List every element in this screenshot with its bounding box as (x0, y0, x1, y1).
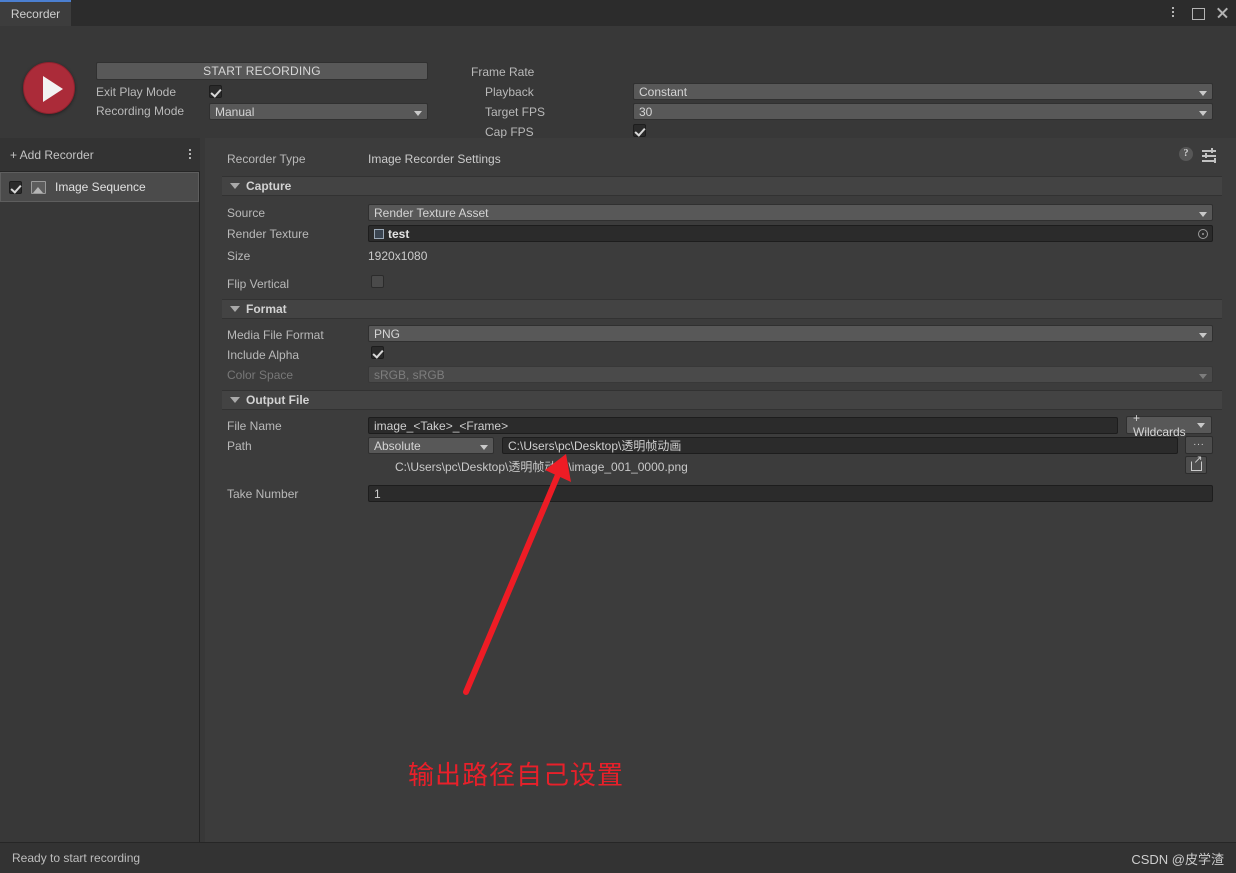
recorder-type-value: Image Recorder Settings (368, 152, 501, 166)
playback-value: Constant (639, 84, 688, 99)
open-folder-button[interactable] (1185, 455, 1207, 474)
flip-vertical-checkbox[interactable] (371, 275, 384, 288)
path-mode-value: Absolute (374, 438, 421, 453)
section-capture-title: Capture (246, 179, 292, 193)
render-texture-value: test (388, 226, 410, 241)
path-label: Path (227, 439, 252, 453)
size-label: Size (227, 249, 251, 263)
section-format-title: Format (246, 302, 287, 316)
render-texture-asset-icon (374, 228, 384, 239)
take-number-label: Take Number (227, 487, 299, 501)
flip-vertical-label: Flip Vertical (227, 277, 290, 291)
recorder-enabled-checkbox[interactable] (9, 180, 22, 194)
recording-mode-value: Manual (215, 104, 255, 119)
panel-icon-group: ? (1179, 147, 1216, 161)
media-file-format-value: PNG (374, 326, 401, 341)
section-capture-header[interactable]: Capture (222, 176, 1222, 196)
recording-mode-label: Recording Mode (96, 104, 185, 118)
frame-rate-group-label: Frame Rate (471, 65, 535, 79)
maximize-icon[interactable] (1191, 6, 1205, 20)
add-recorder-label: + Add Recorder (10, 147, 94, 162)
section-output-file-header[interactable]: Output File (222, 390, 1222, 410)
target-fps-value: 30 (639, 104, 653, 119)
window-controls (1166, 0, 1230, 26)
path-value: C:\Users\pc\Desktop\透明帧动画 (508, 439, 682, 453)
add-recorder-button[interactable]: + Add Recorder (0, 138, 200, 172)
chevron-down-icon (230, 397, 240, 403)
cap-fps-checkbox[interactable] (633, 124, 646, 137)
playback-dropdown[interactable]: Constant (633, 83, 1213, 100)
recorder-type-row: Recorder Type Image Recorder Settings ? (205, 138, 1236, 172)
chevron-down-icon (1197, 422, 1205, 428)
file-name-input[interactable]: image_<Take>_<Frame> (368, 417, 1118, 434)
recorder-list-panel: + Add Recorder Image Sequence (0, 138, 200, 842)
status-bar: Ready to start recording CSDN @皮学渣 (0, 842, 1236, 873)
tab-recorder-label: Recorder (10, 7, 61, 21)
size-value: 1920x1080 (368, 249, 428, 263)
kebab-menu-icon[interactable] (1166, 6, 1180, 20)
exit-play-mode-checkbox[interactable] (209, 85, 222, 98)
browse-path-label: ... (1193, 436, 1205, 448)
color-space-dropdown: sRGB, sRGB (368, 366, 1213, 383)
recording-mode-dropdown[interactable]: Manual (209, 103, 428, 120)
preset-icon[interactable] (1202, 147, 1216, 161)
image-sequence-icon (31, 180, 46, 194)
window-tab-bar: Recorder (0, 0, 1236, 26)
source-dropdown[interactable]: Render Texture Asset (368, 204, 1213, 221)
media-file-format-dropdown[interactable]: PNG (368, 325, 1213, 342)
file-name-value: image_<Take>_<Frame> (374, 418, 509, 433)
annotation-text: 输出路径自己设置 (408, 761, 625, 791)
include-alpha-label: Include Alpha (227, 348, 300, 362)
take-number-input[interactable]: 1 (368, 485, 1213, 502)
tab-recorder[interactable]: Recorder (0, 0, 71, 26)
section-output-file-title: Output File (246, 393, 310, 407)
source-label: Source (227, 206, 266, 220)
browse-path-button[interactable]: ... (1185, 436, 1213, 454)
cap-fps-label: Cap FPS (485, 125, 534, 139)
color-space-label: Color Space (227, 368, 294, 382)
watermark: CSDN @皮学渣 (1131, 851, 1224, 867)
list-item[interactable]: Image Sequence (0, 172, 199, 202)
status-message: Ready to start recording (12, 851, 141, 865)
file-name-label: File Name (227, 419, 282, 433)
chevron-down-icon (230, 306, 240, 312)
section-format-header[interactable]: Format (222, 299, 1222, 319)
include-alpha-checkbox[interactable] (371, 346, 384, 359)
source-value: Render Texture Asset (374, 205, 489, 220)
take-number-value: 1 (374, 486, 381, 501)
object-picker-icon[interactable] (1198, 229, 1208, 239)
close-icon[interactable] (1216, 6, 1230, 20)
recorder-settings-panel: Recorder Type Image Recorder Settings ? … (205, 138, 1236, 842)
path-mode-dropdown[interactable]: Absolute (368, 437, 494, 454)
playback-label: Playback (485, 85, 534, 99)
chevron-down-icon (230, 183, 240, 189)
list-item-label: Image Sequence (55, 180, 146, 194)
recorder-window: Recorder START RECORDING Exit Play Mode … (0, 0, 1236, 873)
recorder-top-controls: START RECORDING Exit Play Mode Recording… (0, 26, 1236, 139)
color-space-value: sRGB, sRGB (374, 367, 445, 382)
path-input[interactable]: C:\Users\pc\Desktop\透明帧动画 (502, 437, 1178, 454)
recorder-type-label: Recorder Type (227, 152, 306, 166)
recorder-list-options-icon[interactable] (189, 149, 192, 162)
start-recording-button[interactable]: START RECORDING (96, 62, 428, 80)
media-file-format-label: Media File Format (227, 328, 324, 342)
exit-play-mode-label: Exit Play Mode (96, 85, 177, 99)
target-fps-label: Target FPS (485, 105, 546, 119)
open-folder-icon (1190, 455, 1203, 471)
start-recording-label: START RECORDING (203, 64, 321, 78)
target-fps-dropdown[interactable]: 30 (633, 103, 1213, 120)
record-button[interactable] (23, 62, 75, 114)
help-icon[interactable]: ? (1179, 147, 1193, 161)
resolved-output-path: C:\Users\pc\Desktop\透明帧动画\image_001_0000… (395, 460, 688, 474)
wildcards-dropdown-button[interactable]: + Wildcards (1126, 411, 1212, 439)
render-texture-object-field[interactable]: test (368, 225, 1213, 242)
render-texture-label: Render Texture (227, 227, 309, 241)
wildcards-label: + Wildcards (1133, 411, 1186, 439)
